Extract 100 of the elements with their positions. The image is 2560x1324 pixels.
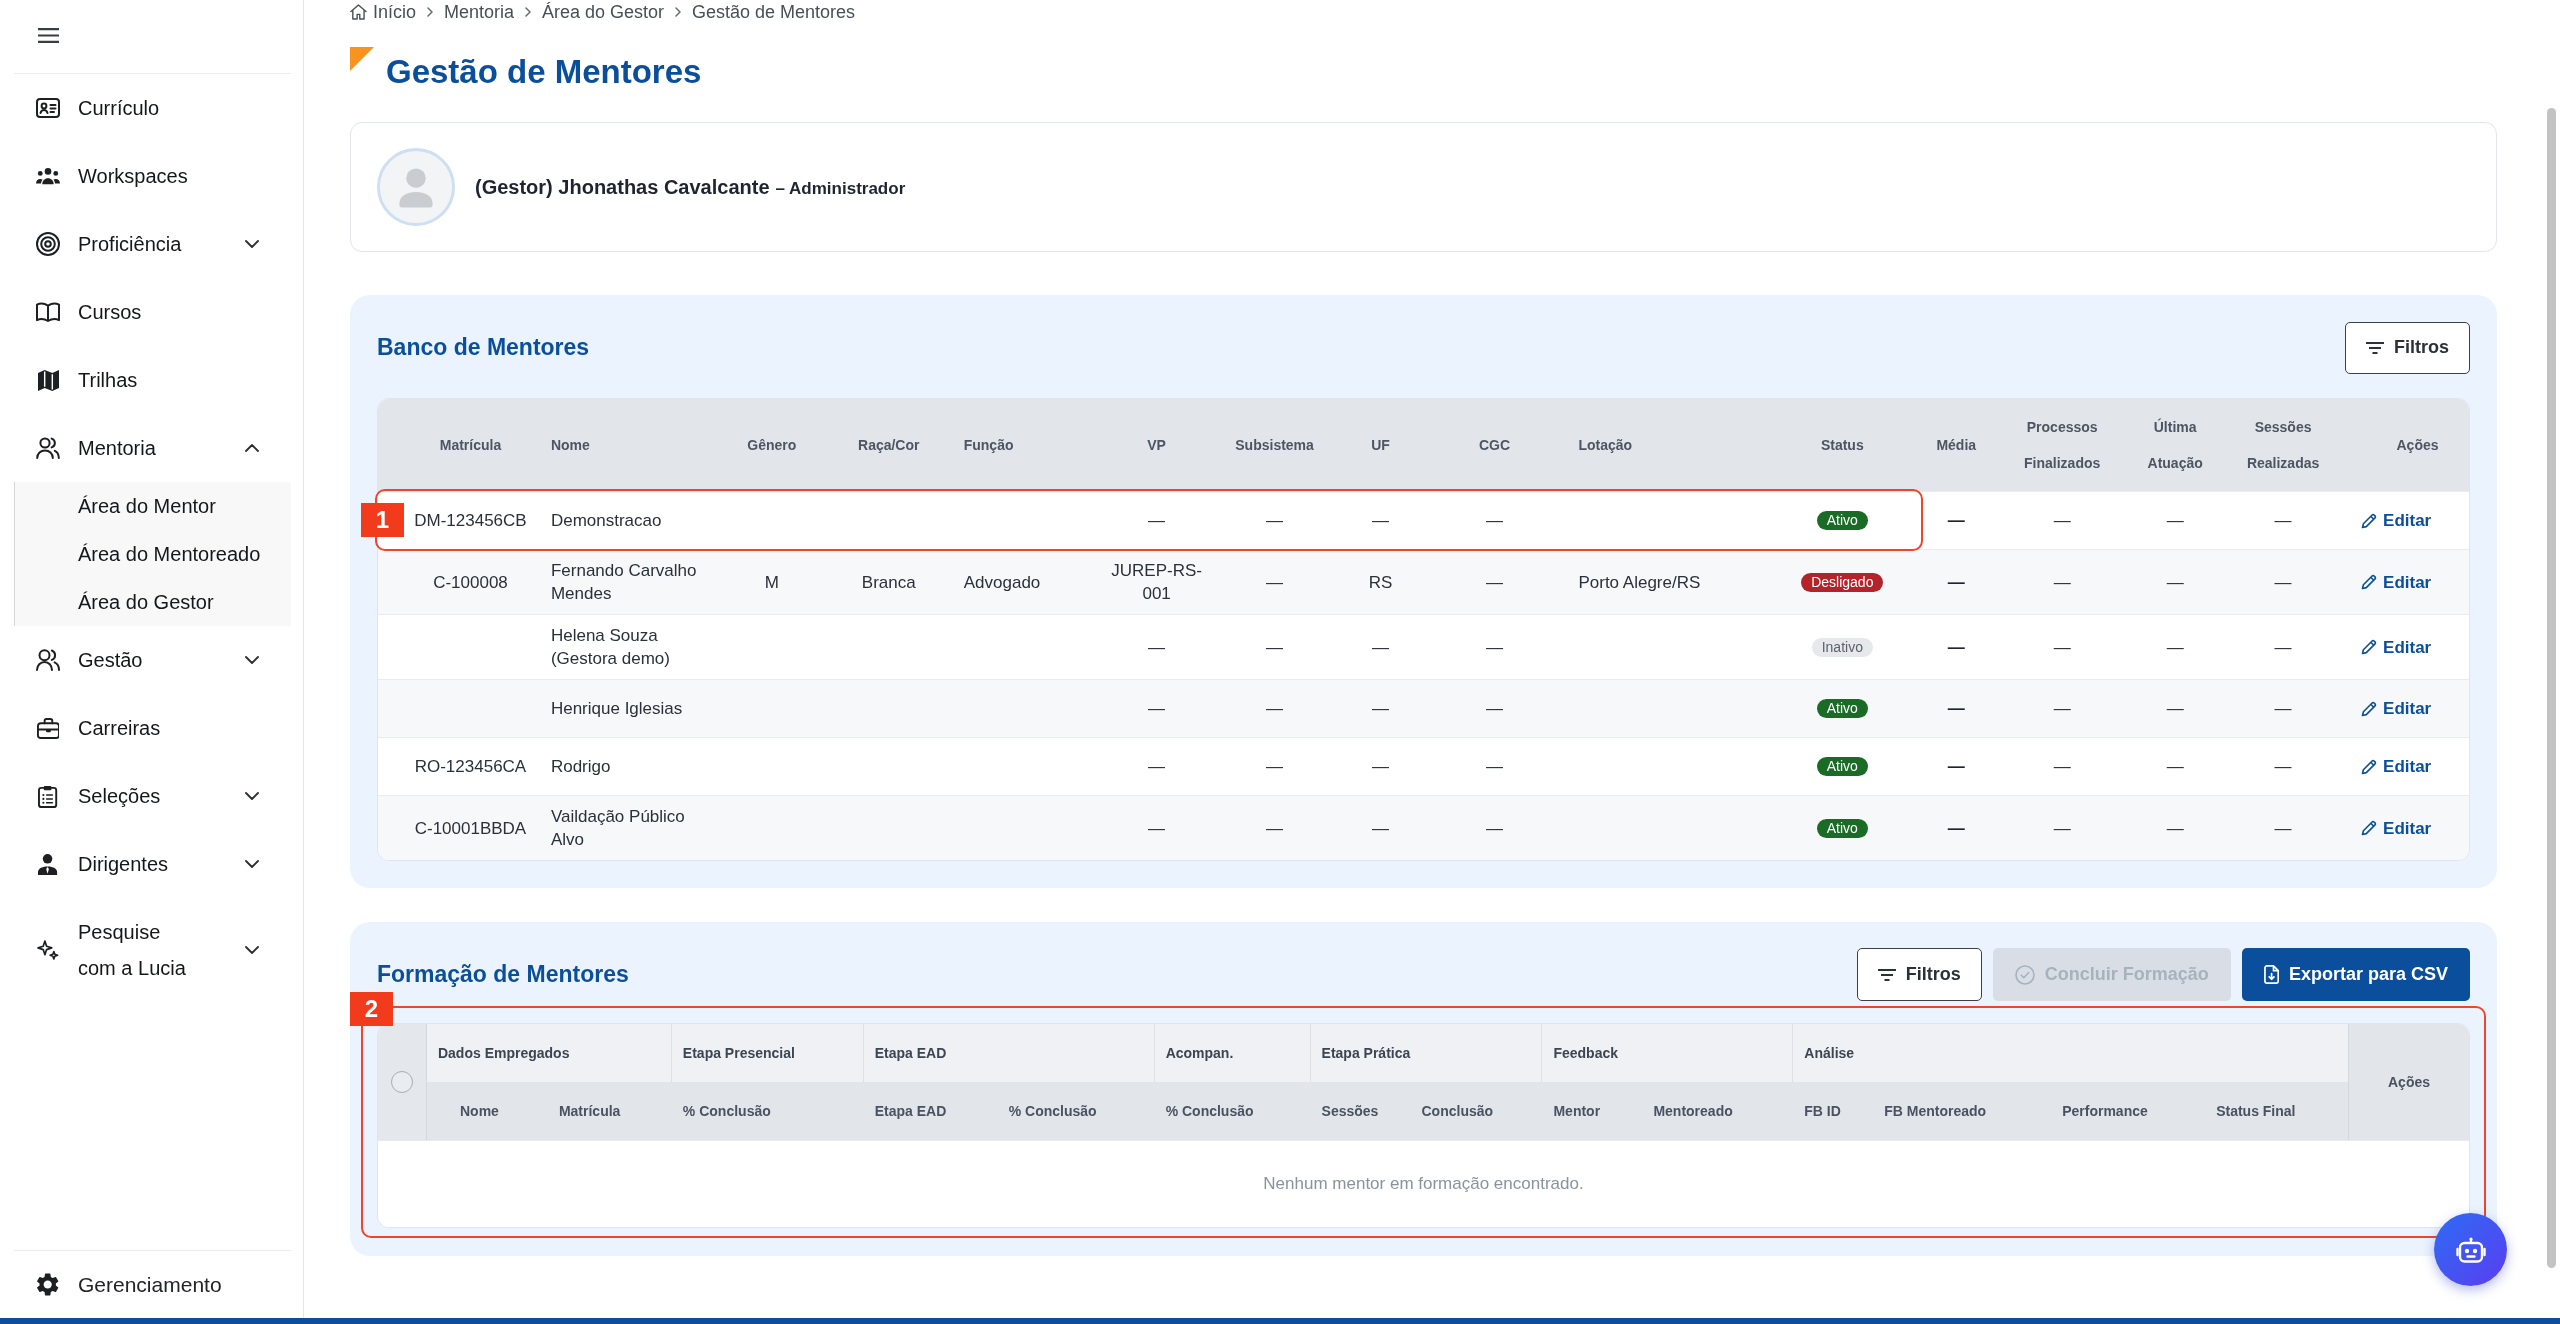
column-header: Processos Finalizados (2023, 418, 2102, 473)
sessions-text: — (2274, 510, 2292, 532)
breadcrumb-link[interactable]: Mentoria (443, 1, 514, 23)
sparkles-icon (37, 940, 59, 960)
nav-item[interactable]: Currículo (14, 74, 291, 142)
breadcrumb-link[interactable]: Área do Gestor (541, 1, 664, 23)
cgc-text: — (1485, 571, 1503, 594)
filter-button[interactable]: Filtros (1856, 948, 1982, 1001)
name-text: Vaildação Público Alvo (550, 806, 686, 851)
column-group-header: Etapa EAD (862, 1024, 1154, 1082)
status-badge: Ativo (1816, 699, 1868, 718)
people-outline-icon (36, 649, 60, 671)
nav-item[interactable]: Mentoria (14, 414, 291, 482)
edit-link[interactable]: Editar (2361, 635, 2432, 659)
edit-link[interactable]: Editar (2361, 509, 2432, 532)
section-title: Banco de Mentores (377, 334, 590, 361)
subsystem-text: — (1266, 636, 1284, 659)
pencil-icon (2361, 512, 2378, 529)
last-activity-text: — (2166, 510, 2184, 532)
status-badge: Desligado (1801, 572, 1884, 592)
nav-item[interactable]: Seleções (14, 762, 291, 830)
nav-item[interactable]: Dirigentes (14, 830, 291, 898)
column-header: Sessões (1309, 1082, 1410, 1140)
status-badge: Ativo (1816, 511, 1868, 530)
status-badge: Ativo (1816, 818, 1868, 838)
average-text: — (1947, 636, 1965, 659)
column-header: Mentor (1541, 1082, 1642, 1140)
subsystem-text: — (1266, 571, 1284, 594)
nav-item[interactable]: Cursos (14, 278, 291, 346)
race-text: Branca (861, 571, 916, 594)
cgc-text: — (1485, 756, 1503, 778)
nav-subitem[interactable]: Área do Gestor (15, 578, 291, 626)
column-header: Última Atuação (2146, 417, 2204, 473)
edit-link[interactable]: Editar (2361, 570, 2432, 594)
menu-button[interactable] (38, 28, 60, 43)
vp-text: JUREP-RS-001 (1110, 560, 1203, 605)
status-badge: Inativo (1811, 637, 1873, 657)
processes-text: — (2053, 636, 2071, 659)
filter-button[interactable]: Filtros (2345, 321, 2470, 374)
column-header: Ações (2395, 436, 2440, 455)
filter-icon (2366, 341, 2384, 354)
column-header: Status Final (2204, 1082, 2349, 1140)
column-header: Nome (426, 1082, 547, 1140)
name-text: Rodrigo (550, 756, 611, 778)
assistant-button[interactable] (2434, 1213, 2507, 1286)
pencil-icon (2361, 758, 2378, 775)
state-text: — (1372, 636, 1389, 659)
avatar-icon (377, 148, 455, 226)
column-header: Etapa EAD (862, 1082, 997, 1140)
nav-item[interactable]: Carreiras (14, 694, 291, 762)
nav-item[interactable]: Workspaces (14, 142, 291, 210)
column-header: FB ID (1792, 1082, 1873, 1140)
vp-text: — (1148, 817, 1166, 840)
filter-icon (1877, 968, 1896, 981)
edit-link[interactable]: Editar (2361, 816, 2432, 840)
export-csv-button[interactable]: Exportar para CSV (2241, 948, 2470, 1001)
column-group-header: Etapa Presencial (670, 1024, 863, 1082)
nav-item[interactable]: Gestão (14, 626, 291, 694)
column-group-header: Análise (1792, 1024, 2349, 1082)
processes-text: — (2053, 510, 2071, 532)
column-group-header: Acompan. (1153, 1024, 1310, 1082)
location-text: Porto Alegre/RS (1578, 571, 1701, 594)
column-header: Raça/Cor (857, 436, 921, 455)
status-badge: Ativo (1816, 757, 1868, 776)
select-all-checkbox[interactable] (391, 1071, 413, 1093)
state-text: — (1372, 698, 1389, 720)
registration-text: C-10001BBDA (414, 817, 527, 840)
average-text: — (1947, 817, 1965, 840)
column-header: Nome (549, 436, 591, 455)
column-header: Gênero (746, 436, 798, 455)
column-header: FB Mentoreado (1872, 1082, 2051, 1140)
column-header: Ações (2348, 1024, 2469, 1140)
nav-item[interactable]: Gerenciamento (14, 1251, 291, 1318)
nav-subitem[interactable]: Área do Mentoreado (15, 530, 291, 578)
pencil-icon (2361, 639, 2378, 655)
edit-link[interactable]: Editar (2361, 755, 2432, 778)
target-icon (36, 232, 60, 256)
people-icon (36, 167, 60, 185)
sessions-text: — (2274, 817, 2292, 840)
column-header: VP (1146, 436, 1167, 455)
nav-item[interactable]: Proficiência (14, 210, 291, 278)
registration-text: C-100008 (433, 571, 508, 594)
column-header: Status (1819, 436, 1865, 455)
processes-text: — (2053, 756, 2071, 778)
column-header: Subsistema (1234, 436, 1315, 455)
nav-item[interactable]: Trilhas (14, 346, 291, 414)
nav-subitem[interactable]: Área do Mentor (15, 482, 291, 530)
edit-link[interactable]: Editar (2361, 697, 2432, 720)
nav-item[interactable]: Pesquise com a Lucia (14, 898, 291, 1002)
state-text: RS (1368, 571, 1393, 594)
cgc-text: — (1485, 817, 1503, 840)
cgc-text: — (1485, 636, 1503, 659)
vp-text: — (1148, 636, 1166, 659)
briefcase-icon (36, 717, 60, 739)
scrollbar-thumb[interactable] (2547, 108, 2556, 1268)
file-download-icon (2263, 965, 2279, 984)
breadcrumb-link[interactable]: Início (350, 1, 416, 23)
vp-text: — (1148, 510, 1166, 532)
state-text: — (1372, 510, 1389, 532)
column-header: % Conclusão (996, 1082, 1154, 1140)
